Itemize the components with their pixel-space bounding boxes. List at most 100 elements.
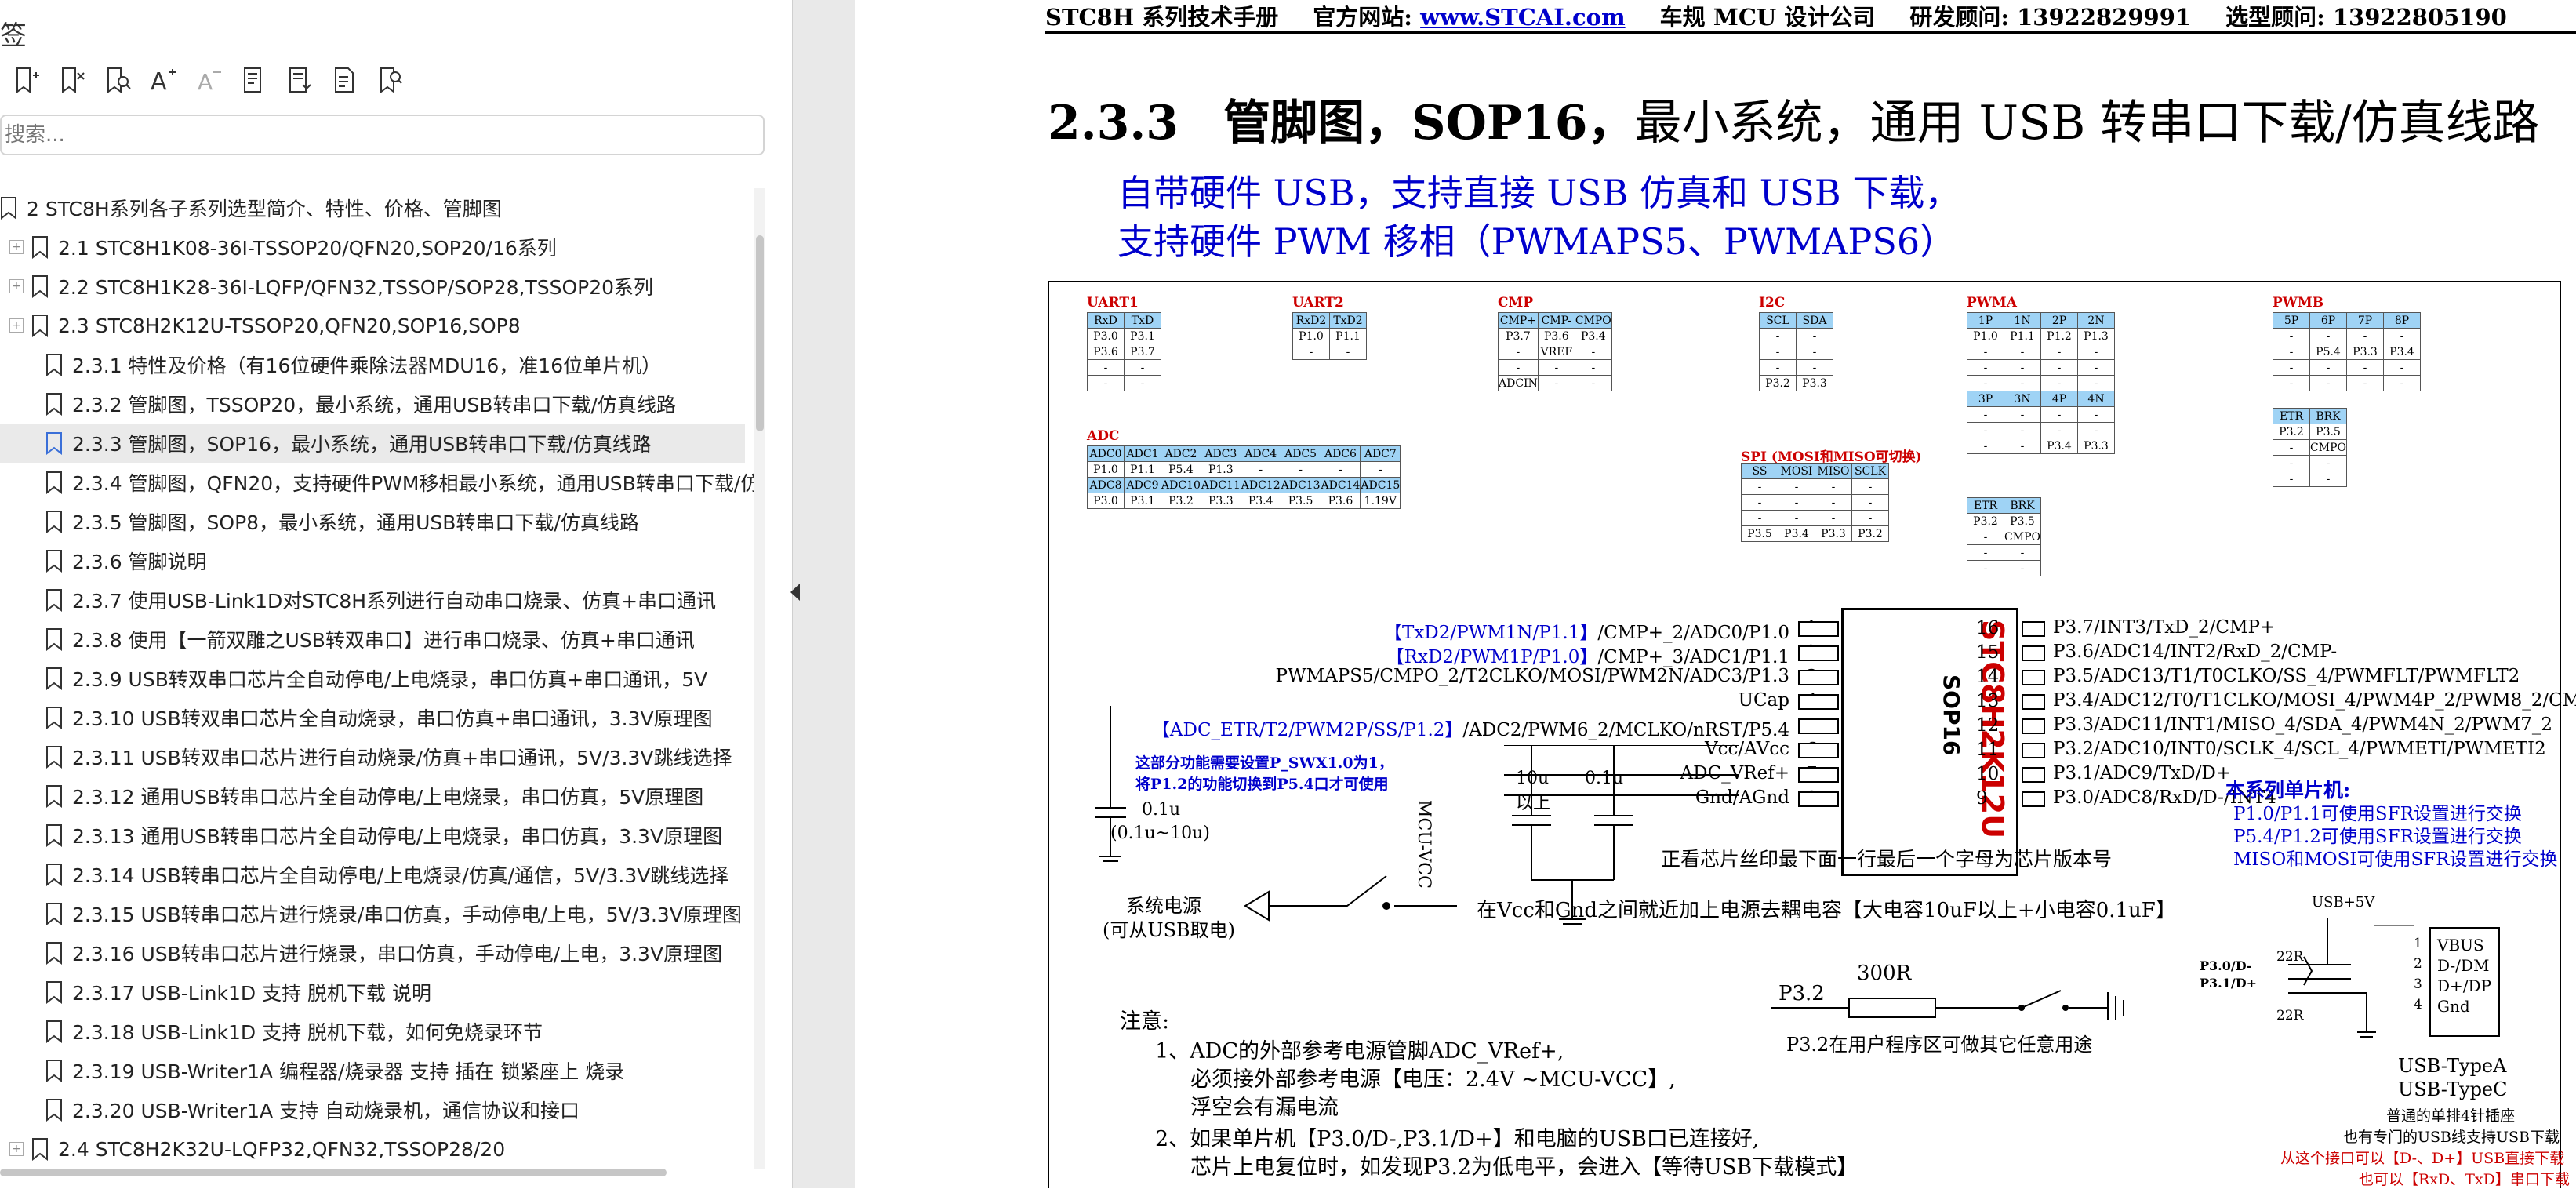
scrollbar-thumb[interactable] (756, 235, 764, 431)
table-cell: - (1320, 461, 1361, 478)
bookmark-item[interactable]: 2.3.11 USB转双串口芯片进行自动烧录/仿真+串口通讯，5V/3.3V跳线… (0, 737, 745, 776)
bookmark-item[interactable]: +2.1 STC8H1K08-36I-TSSOP20/QFN20,SOP20/1… (0, 227, 745, 267)
bookmark-icon (32, 1138, 48, 1161)
decoupling-note: 在Vcc和Gnd之间就近加上电源去耦电容【大电容10uF以上+小电容0.1uF】 (1477, 899, 2176, 922)
horizontal-scrollbar[interactable] (0, 1169, 667, 1176)
bookmark-item[interactable]: 2.3.13 通用USB转串口芯片全自动停电/上电烧录，串口仿真，3.3V原理图 (0, 816, 745, 855)
text-smaller-icon[interactable]: A (193, 64, 224, 96)
chip-package: SOP16 (1938, 674, 1964, 756)
table-cell: - (1741, 510, 1778, 526)
bookmark-item[interactable]: 2.3.16 USB转串口芯片进行烧录，串口仿真，手动停电/上电，3.3V原理图 (0, 933, 745, 973)
bookmark-item[interactable]: 2.3.14 USB转串口芯片全自动停电/上电烧录/仿真/通信，5V/3.3V跳… (0, 855, 745, 894)
table-cell: - (1815, 494, 1852, 511)
bookmark-item[interactable]: +2.2 STC8H1K28-36I-LQFP/QFN32,TSSOP/SOP2… (0, 267, 745, 306)
add-bookmark-icon[interactable] (11, 64, 42, 96)
table-cell: - (2383, 328, 2421, 344)
collapse-panel-icon[interactable] (787, 580, 803, 604)
bookmark-item[interactable]: 2.3.10 USB转双串口芯片全自动烧录，串口仿真+串口通讯，3.3V原理图 (0, 698, 745, 737)
delete-bookmark-icon[interactable] (56, 64, 88, 96)
bookmark-item[interactable]: 2.3.15 USB转串口芯片进行烧录/串口仿真，手动停电/上电，5V/3.3V… (0, 894, 745, 933)
bookmark-item[interactable]: 2.3.1 特性及价格（有16位硬件乘除法器MDU16，准16位单片机） (0, 345, 745, 384)
table-cell: P3.2 (2273, 424, 2310, 440)
bookmark-item[interactable]: 2.3.6 管脚说明 (0, 541, 745, 580)
bookmark-label: 2.3.15 USB转串口芯片进行烧录/串口仿真，手动停电/上电，5V/3.3V… (72, 904, 742, 926)
bookmark-item[interactable]: 2.3.4 管脚图，QFN20，支持硬件PWM移相最小系统，通用USB转串口下载… (0, 463, 760, 502)
table-cell: 5P (2273, 312, 2310, 329)
bookmark-item[interactable]: 2.3.12 通用USB转串口芯片全自动停电/上电烧录，串口仿真，5V原理图 (0, 776, 745, 816)
bookmark-item[interactable]: +2.4 STC8H2K32U-LQFP32,QFN32,TSSOP28/20 (0, 1129, 745, 1169)
bookmark-item[interactable]: 2.3.7 使用USB-Link1D对STC8H系列进行自动串口烧录、仿真+串口… (0, 580, 745, 620)
table-cell: P3.5 (1280, 493, 1321, 509)
bookmark-properties-icon[interactable] (329, 64, 361, 96)
bookmark-item[interactable]: 2.3.18 USB-Link1D 支持 脱机下载，如何免烧录环节 (0, 1012, 745, 1051)
bookmark-item[interactable]: 2 STC8H系列各子系列选型简介、特性、价格、管脚图 (0, 188, 745, 227)
find-bookmark-icon[interactable] (102, 64, 133, 96)
bookmark-label: 2.3.9 USB转双串口芯片全自动停电/上电烧录，串口仿真+串口通讯，5V (72, 668, 708, 691)
table-cell: P3.3 (2346, 344, 2384, 360)
expand-toggle-icon[interactable]: + (9, 240, 24, 254)
table-cell: ADC5 (1280, 445, 1321, 462)
table-cell: P1.0 (1087, 461, 1125, 478)
pin-lead (2022, 743, 2045, 758)
text-larger-icon[interactable]: A (147, 64, 179, 96)
pin-table-pwma2: ETR BRK P3.2 P3.5- CMPO - - - - (1967, 497, 2041, 576)
pin-function: PWMAPS5/CMPO_2/T2CLKO/MOSI/PWM2N/ADC3/P1… (1275, 666, 1789, 686)
bookmark-item[interactable]: 2.3.3 管脚图，SOP16，最小系统，通用USB转串口下载/仿真线路 (0, 424, 745, 463)
table-cell: - (1796, 328, 1833, 344)
table-cell: - (1124, 375, 1161, 391)
table-cell: - (1537, 375, 1575, 391)
table-cell: - (1498, 359, 1539, 376)
bookmark-search-icon[interactable] (375, 64, 406, 96)
note-line-1: 1、ADC的外部参考电源管脚ADC_VRef+, (1155, 1039, 1564, 1064)
bookmark-icon (46, 864, 62, 886)
bookmark-item[interactable]: 2.3.17 USB-Link1D 支持 脱机下载 说明 (0, 973, 745, 1012)
table-cell: - (1087, 375, 1125, 391)
power-switch (1244, 875, 1457, 922)
collapse-icon[interactable] (284, 64, 315, 96)
bookmark-label: 2.3.1 特性及价格（有16位硬件乘除法器MDU16，准16位单片机） (72, 355, 662, 377)
table-cell: - (2004, 560, 2041, 576)
table-cell: P3.6 (1087, 344, 1125, 360)
bookmark-item[interactable]: 2.3.20 USB-Writer1A 支持 自动烧录机，通信协议和接口 (0, 1090, 745, 1129)
expand-toggle-icon[interactable]: + (9, 1142, 24, 1156)
expand-icon[interactable] (238, 64, 270, 96)
table-cell: ADC9 (1124, 477, 1161, 493)
table-cell: 4P (2040, 391, 2078, 407)
usb-p30: P3.0/D- (2200, 958, 2252, 973)
bookmark-icon (32, 275, 48, 298)
table-cell: P1.0 (1292, 328, 1330, 344)
pin-number: 10 (1976, 764, 2000, 784)
expand-toggle-icon[interactable]: + (9, 279, 24, 293)
table-cell: - (1574, 344, 1612, 360)
table-cell: - (2273, 439, 2310, 456)
pin-label-right: P3.6/ADC14/INT2/RxD_2/CMP- (2053, 642, 2338, 662)
bookmark-item[interactable]: +2.3 STC8H2K12U-TSSOP20,QFN20,SOP16,SOP8 (0, 306, 745, 345)
bookmark-item[interactable]: 2.3.8 使用【一箭双雕之USB转双串口】进行串口烧录、仿真+串口通讯 (0, 620, 745, 659)
pin-label-right: P3.3/ADC11/INT1/MISO_4/SDA_4/PWM4N_2/PWM… (2053, 714, 2552, 735)
bookmark-toolbar: A A (11, 64, 406, 96)
table-cell: ADC7 (1360, 445, 1401, 462)
table-cell: BRK (2004, 497, 2041, 514)
pin-number: 13 (1976, 691, 2000, 711)
table-cell: - (2309, 455, 2347, 471)
bookmark-item[interactable]: 2.3.5 管脚图，SOP8，最小系统，通用USB转串口下载/仿真线路 (0, 502, 745, 541)
bookmark-item[interactable]: 2.3.2 管脚图，TSSOP20，最小系统，通用USB转串口下载/仿真线路 (0, 384, 745, 424)
table-cell: ADC10 (1161, 477, 1201, 493)
usb-pin-number: 1 (2414, 936, 2422, 951)
bookmark-label: 2.3.4 管脚图，QFN20，支持硬件PWM移相最小系统，通用USB转串口下载… (72, 472, 761, 495)
expand-toggle-icon[interactable]: + (9, 318, 24, 333)
table-cell: ADC13 (1280, 477, 1321, 493)
site-link[interactable]: www.STCAI.com (1420, 4, 1626, 31)
usb-vcc: USB+5V (2312, 894, 2375, 911)
bookmark-item[interactable]: 2.3.9 USB转双串口芯片全自动停电/上电烧录，串口仿真+串口通讯，5V (0, 659, 745, 698)
table-cell: SS (1741, 463, 1778, 479)
consultant-2: 选型顾问: 13922805190 (2225, 4, 2507, 31)
table-cell: CMP+ (1498, 312, 1539, 329)
table-cell: - (2004, 406, 2041, 423)
bookmark-item[interactable]: 2.3.19 USB-Writer1A 编程器/烧录器 支持 插在 锁紧座上 烧… (0, 1051, 745, 1090)
usb-pin-label: D+/DP (2437, 976, 2492, 995)
bookmark-search-input[interactable] (0, 115, 765, 155)
vertical-scrollbar[interactable] (754, 188, 765, 1169)
table-cell: - (1967, 560, 2004, 576)
table-cell: - (2383, 375, 2421, 391)
